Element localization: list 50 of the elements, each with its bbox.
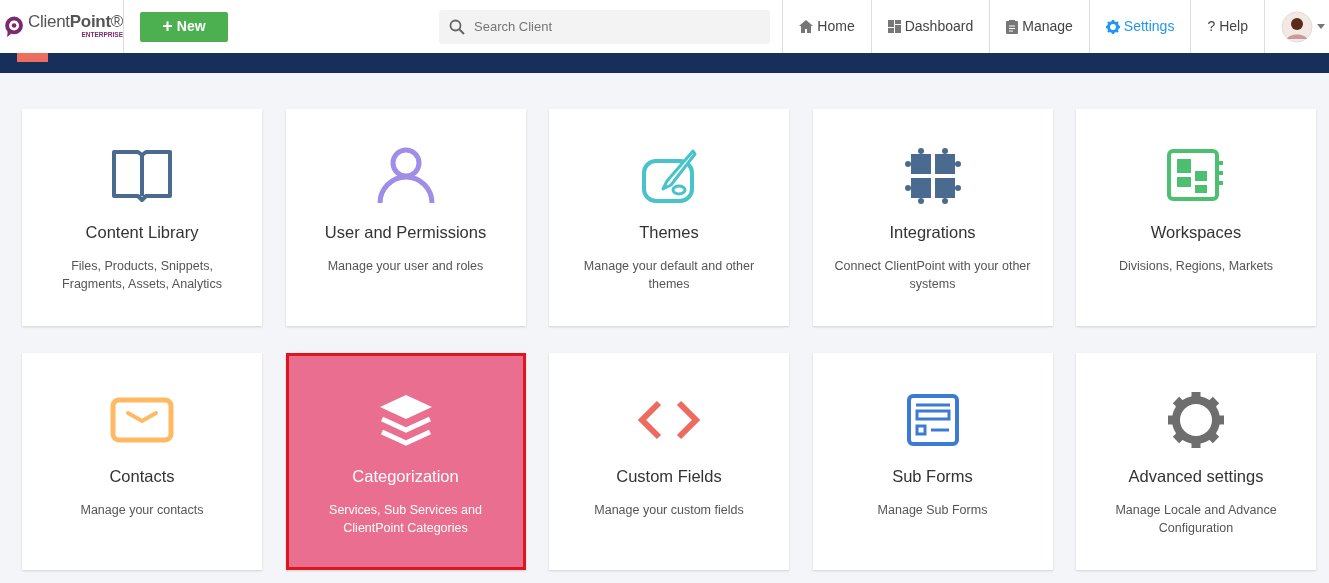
card-title: Integrations: [888, 222, 977, 243]
settings-card[interactable]: Workspaces Divisions, Regions, Markets: [1076, 109, 1316, 326]
caret-icon: [1317, 24, 1325, 29]
book-icon: [110, 148, 174, 204]
card-title: Sub Forms: [891, 466, 974, 487]
card-description: Divisions, Regions, Markets: [1117, 257, 1275, 275]
brand-name: ClientPoint®: [28, 13, 123, 31]
card-title: Workspaces: [1149, 222, 1243, 243]
card-description: Services, Sub Services and ClientPoint Categories: [328, 501, 483, 537]
card-title: Categorization: [351, 466, 460, 487]
puzzle-icon: [904, 148, 961, 204]
person-icon: [376, 147, 435, 205]
home-icon: [799, 20, 814, 33]
card-description: Manage your contacts: [79, 501, 205, 519]
settings-card[interactable]: Themes Manage your default and other themes: [549, 109, 789, 326]
card-description: Manage your default and other themes: [582, 257, 756, 293]
settings-card[interactable]: Sub Forms Manage Sub Forms: [812, 353, 1053, 570]
envelope-icon: [110, 397, 174, 443]
card-description: Manage your user and roles: [326, 257, 485, 275]
settings-card[interactable]: Contacts Manage your contacts: [22, 353, 262, 570]
code-brackets-icon: [637, 400, 701, 440]
palette-brush-icon: [641, 148, 697, 204]
settings-card[interactable]: User and Permissions Manage your user and roles: [285, 109, 526, 326]
card-description: Connect ClientPoint with your other systems: [833, 257, 1032, 293]
notebook-grid-icon: [1167, 149, 1225, 203]
card-description: Files, Products, Snippets, Fragments, Assets, Analytics: [61, 257, 223, 293]
header-icon: [17, 53, 48, 62]
avatar-icon: [1281, 10, 1313, 43]
settings-card[interactable]: Custom Fields Manage your custom fields: [549, 353, 789, 570]
card-title: User and Permissions: [323, 222, 488, 243]
card-description: Manage your custom fields: [593, 501, 745, 519]
card-title: Advanced settings: [1127, 466, 1265, 487]
settings-card[interactable]: Content Library Files, Products, Snippets, Fragments, Assets, Analytics: [22, 109, 262, 326]
help-icon: ?: [1207, 16, 1216, 37]
card-title: Custom Fields: [615, 466, 723, 487]
form-icon: [906, 394, 959, 446]
card-description: Manage Sub Forms: [876, 501, 989, 519]
plus-icon: +: [162, 13, 173, 40]
settings-icon: [1105, 19, 1120, 34]
card-title: Contacts: [108, 466, 176, 487]
settings-card[interactable]: Integrations Connect ClientPoint with your other systems: [812, 109, 1053, 326]
clipboard-icon: [1006, 19, 1019, 34]
layers-icon: [378, 393, 433, 447]
gear-icon: [1167, 391, 1225, 449]
card-description: Manage Locale and Advance Configuration: [1114, 501, 1278, 537]
card-title: Content Library: [84, 222, 200, 243]
dashboard-icon: [887, 20, 901, 33]
card-title: Themes: [638, 222, 700, 243]
search-field[interactable]: Search Client: [439, 9, 770, 44]
settings-card[interactable]: Advanced settings Manage Locale and Advance Configuration: [1076, 353, 1316, 570]
